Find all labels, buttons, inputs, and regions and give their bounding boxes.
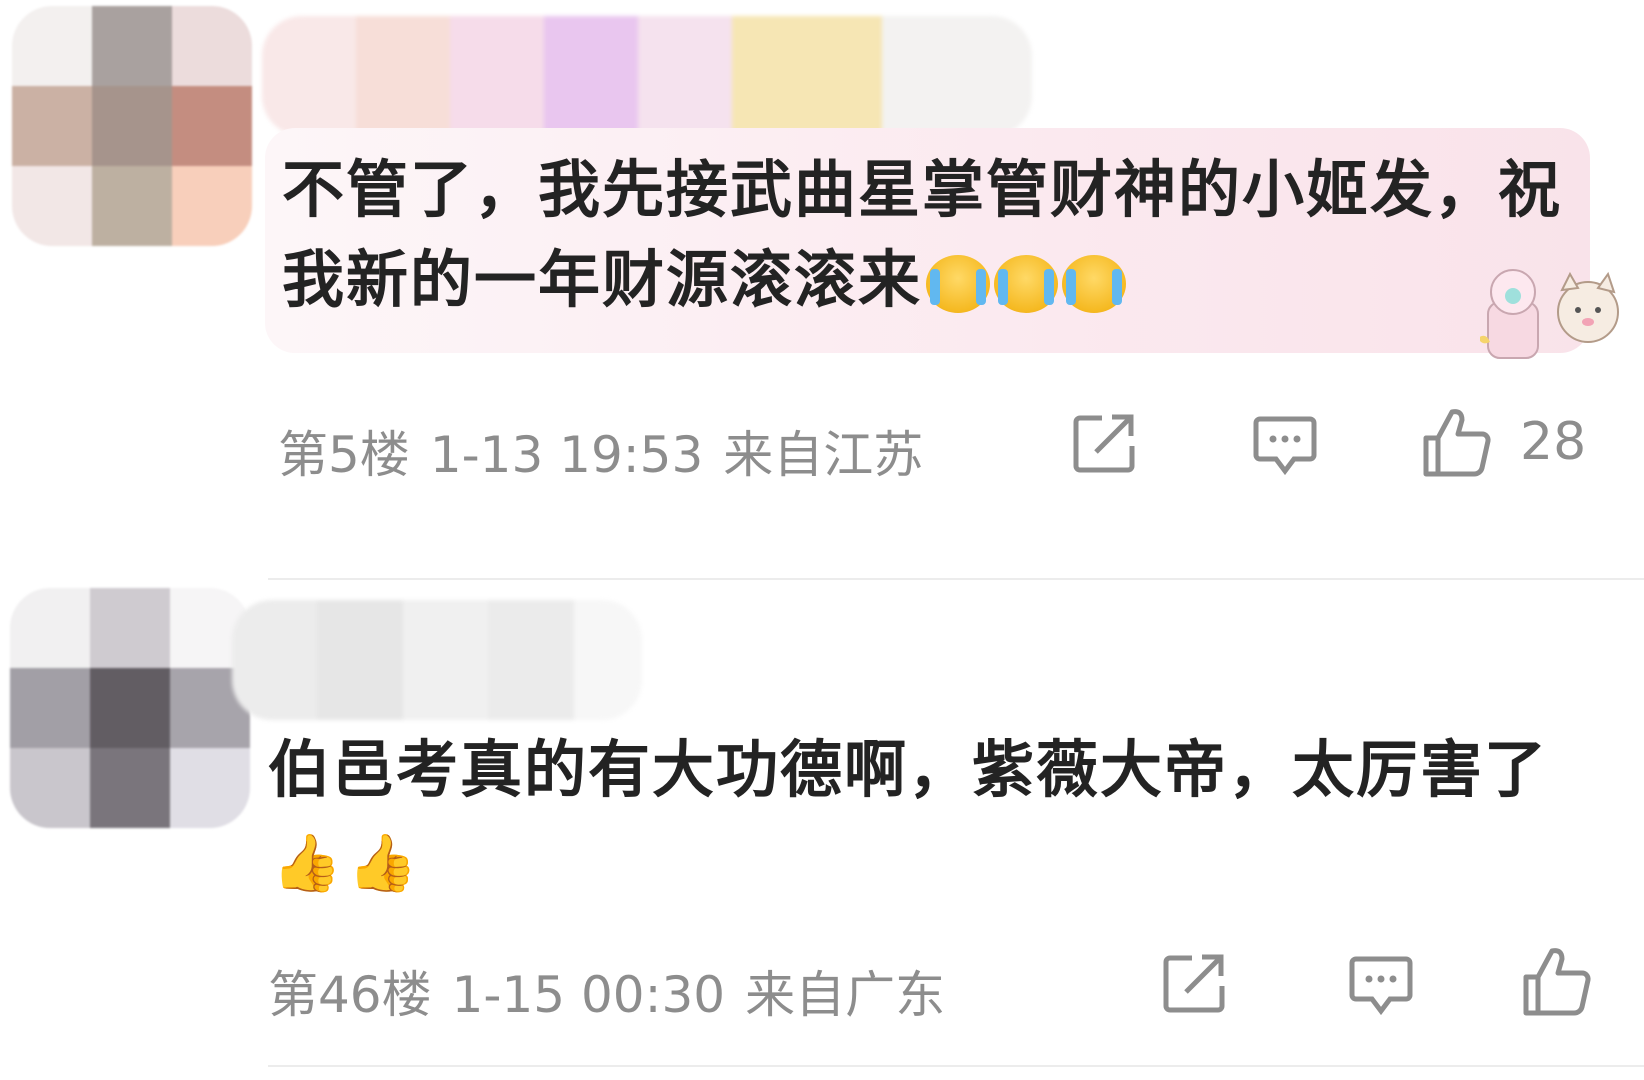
comment-meta: 第5楼 1-13 19:53 来自江苏 bbox=[278, 415, 943, 487]
reply-button[interactable] bbox=[1348, 955, 1414, 1017]
username-redacted[interactable] bbox=[232, 600, 642, 720]
thumbs-up-emoji-icon: 👍 bbox=[347, 830, 420, 896]
comment-text-content: 不管了，我先接武曲星掌管财神的小姬发，祝我新的一年财源滚滚来 bbox=[282, 153, 1563, 316]
timestamp: 1-13 19:53 bbox=[429, 426, 704, 484]
floor-number: 第5楼 bbox=[278, 426, 410, 484]
thumbs-up-icon bbox=[1423, 409, 1491, 477]
like-button[interactable] bbox=[1522, 945, 1620, 1017]
location: 来自江苏 bbox=[723, 426, 924, 484]
like-count: 28 bbox=[1520, 412, 1587, 472]
crying-laughing-emoji-icon bbox=[926, 254, 991, 313]
username-redacted[interactable] bbox=[262, 16, 1032, 136]
avatar[interactable] bbox=[10, 588, 250, 828]
comment-meta: 第46楼 1-15 00:30 来自广东 bbox=[268, 955, 965, 1027]
crying-laughing-emoji-icon bbox=[994, 254, 1059, 313]
crying-laughing-emoji-icon bbox=[1062, 254, 1127, 313]
comment-bubble-icon bbox=[1253, 416, 1317, 476]
divider bbox=[268, 578, 1644, 580]
comment-text: 伯邑考真的有大功德啊，紫薇大帝，太厉害了 👍👍 bbox=[268, 725, 1578, 905]
cat-sticker-icon bbox=[1480, 269, 1619, 359]
divider bbox=[268, 1065, 1644, 1067]
timestamp: 1-15 00:30 bbox=[451, 966, 726, 1024]
location: 来自广东 bbox=[745, 966, 946, 1024]
like-button[interactable]: 28 bbox=[1422, 406, 1586, 478]
comment-item: 不管了，我先接武曲星掌管财神的小姬发，祝我新的一年财源滚滚来 第5楼 1-13 1… bbox=[0, 0, 1644, 560]
thumbs-up-emoji-icon: 👍 bbox=[272, 830, 344, 896]
share-icon bbox=[1163, 954, 1225, 1013]
comment-bubble-icon bbox=[1349, 956, 1413, 1016]
share-button[interactable] bbox=[1162, 952, 1228, 1014]
avatar[interactable] bbox=[12, 6, 252, 246]
floor-number: 第46楼 bbox=[268, 966, 432, 1024]
reply-button[interactable] bbox=[1252, 415, 1318, 477]
thumbs-up-icon bbox=[1523, 948, 1591, 1016]
comment-text-content: 伯邑考真的有大功德啊，紫薇大帝，太厉害了 bbox=[268, 733, 1549, 806]
share-icon bbox=[1073, 414, 1135, 473]
comment-text: 不管了，我先接武曲星掌管财神的小姬发，祝我新的一年财源滚滚来 bbox=[282, 145, 1572, 325]
share-button[interactable] bbox=[1072, 412, 1138, 474]
